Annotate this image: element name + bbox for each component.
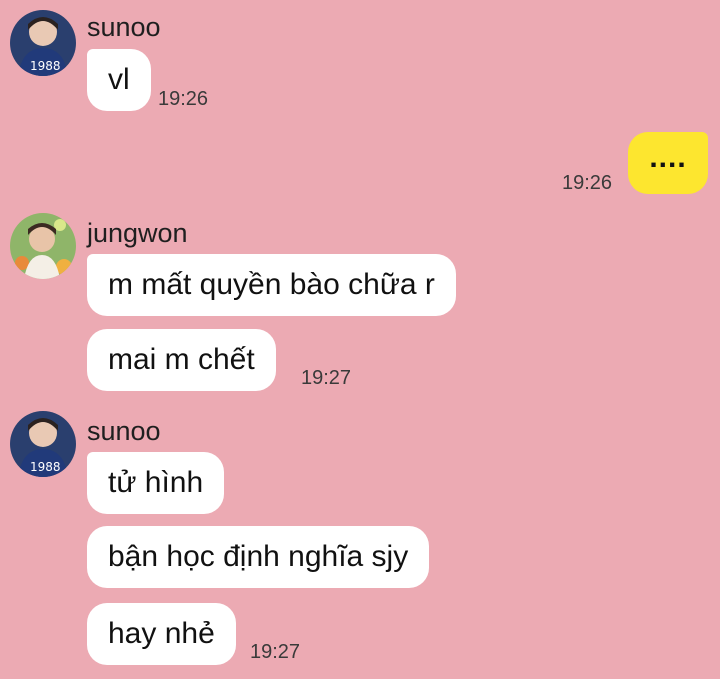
avatar-sunoo[interactable]: 1988 [10,10,76,76]
message-time: 19:27 [250,641,301,663]
message-bubble[interactable]: m mất quyền bào chữa r [87,254,456,316]
sender-name: sunoo [87,12,161,42]
message-time: 19:26 [562,172,613,194]
sender-name: jungwon [87,218,188,248]
svg-text:1988: 1988 [30,59,61,73]
message-bubble[interactable]: hay nhẻ [87,603,236,665]
sender-name: sunoo [87,416,161,446]
message-bubble[interactable]: vl [87,49,151,111]
message-bubble[interactable]: bận học định nghĩa sjy [87,526,430,588]
message-bubble[interactable]: tử hình [87,452,225,514]
avatar-jungwon[interactable] [10,213,76,279]
message-bubble[interactable]: mai m chết [87,329,276,391]
my-message-bubble[interactable]: .... [628,132,708,194]
message-time: 19:26 [158,88,209,110]
message-time: 19:27 [301,367,352,389]
avatar-sunoo[interactable]: 1988 [10,411,76,477]
svg-text:1988: 1988 [30,460,61,474]
